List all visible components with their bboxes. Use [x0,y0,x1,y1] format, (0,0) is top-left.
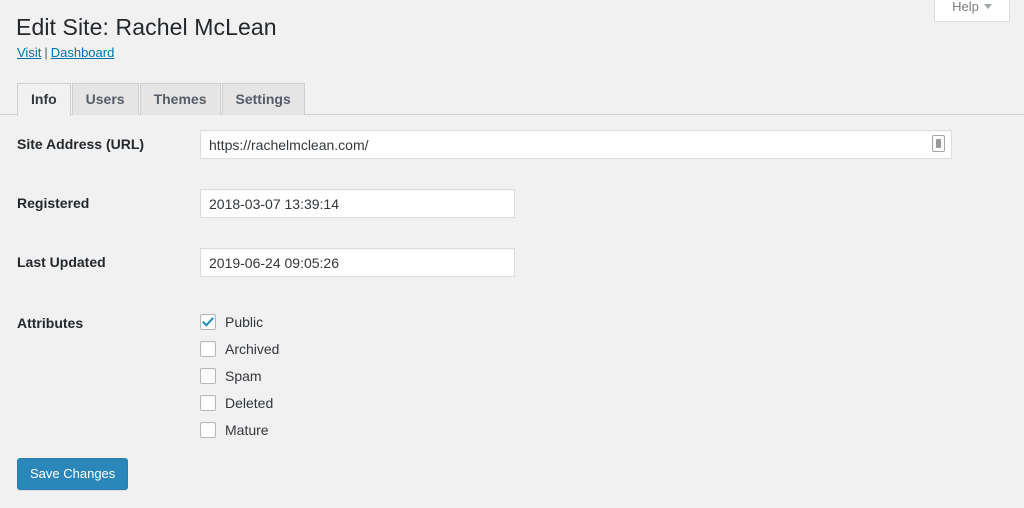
site-quick-links: Visit | Dashboard [17,44,114,62]
attribute-spam-label: Spam [225,367,262,384]
link-separator: | [44,45,48,60]
form-row-registered: Registered [0,174,1024,233]
attribute-deleted-label: Deleted [225,394,274,411]
page-title: Edit Site: Rachel McLean [16,14,277,40]
site-address-label: Site Address (URL) [17,136,145,152]
form-row-attributes: Attributes Public Archived Spam Deleted [0,292,1024,458]
checkbox-public[interactable] [200,313,216,330]
attribute-mature-label: Mature [225,421,269,438]
site-dashboard-link[interactable]: Dashboard [51,45,115,60]
attributes-label: Attributes [17,315,84,331]
form-row-site-address: Site Address (URL) [0,115,1024,174]
tab-info[interactable]: Info [17,83,71,116]
tab-settings[interactable]: Settings [221,83,305,115]
help-tab-label: Help [952,0,979,14]
tab-themes[interactable]: Themes [139,83,221,115]
registered-field-cell [200,174,1024,233]
attribute-archived[interactable]: Archived [200,335,1014,362]
site-tabs: Info Users Themes Settings [0,82,1024,116]
last-updated-input[interactable] [200,248,515,277]
last-updated-field-cell [200,233,1024,292]
site-address-field-cell [200,115,1024,174]
autofill-icon[interactable] [932,135,945,152]
registered-input[interactable] [200,189,515,218]
attributes-checkbox-group: Public Archived Spam Deleted Mature [200,292,1024,458]
edit-site-form: Site Address (URL) Registered Last Updat… [0,115,1024,458]
attribute-public-label: Public [225,313,264,330]
checkbox-archived[interactable] [200,340,216,357]
last-updated-label: Last Updated [17,254,106,270]
form-row-last-updated: Last Updated [0,233,1024,292]
attribute-mature[interactable]: Mature [200,416,1014,443]
site-address-input[interactable] [200,130,952,159]
registered-label: Registered [17,195,90,211]
checkbox-spam[interactable] [200,367,216,384]
attribute-archived-label: Archived [225,340,280,357]
checkbox-mature[interactable] [200,421,216,438]
checkbox-deleted[interactable] [200,394,216,411]
form-submit-area: Save Changes [17,458,129,490]
attribute-spam[interactable]: Spam [200,362,1014,389]
attribute-public[interactable]: Public [200,308,1014,335]
chevron-down-icon [983,4,992,9]
save-changes-button[interactable]: Save Changes [17,458,129,490]
visit-site-link[interactable]: Visit [17,45,41,60]
help-tab-button[interactable]: Help [934,0,1010,22]
attribute-deleted[interactable]: Deleted [200,389,1014,416]
tab-users[interactable]: Users [71,83,139,115]
